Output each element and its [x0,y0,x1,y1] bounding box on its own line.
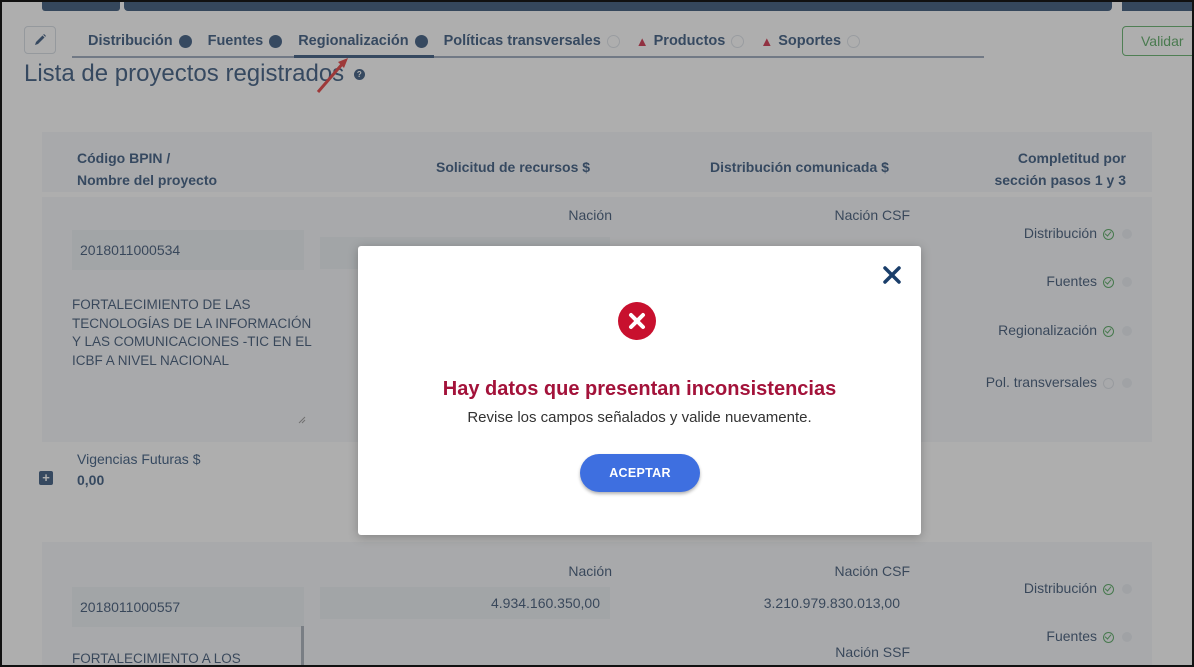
app-window: Distribución Fuentes Regionalización Pol… [0,0,1194,667]
dialog-message: Revise los campos señalados y valide nue… [467,409,812,426]
dialog-title: Hay datos que presentan inconsistencias [442,378,837,400]
accept-button[interactable]: ACEPTAR [580,454,700,492]
error-circle-icon [618,302,656,340]
error-dialog: Hay datos que presentan inconsistencias … [358,246,921,535]
close-icon[interactable] [881,264,903,286]
